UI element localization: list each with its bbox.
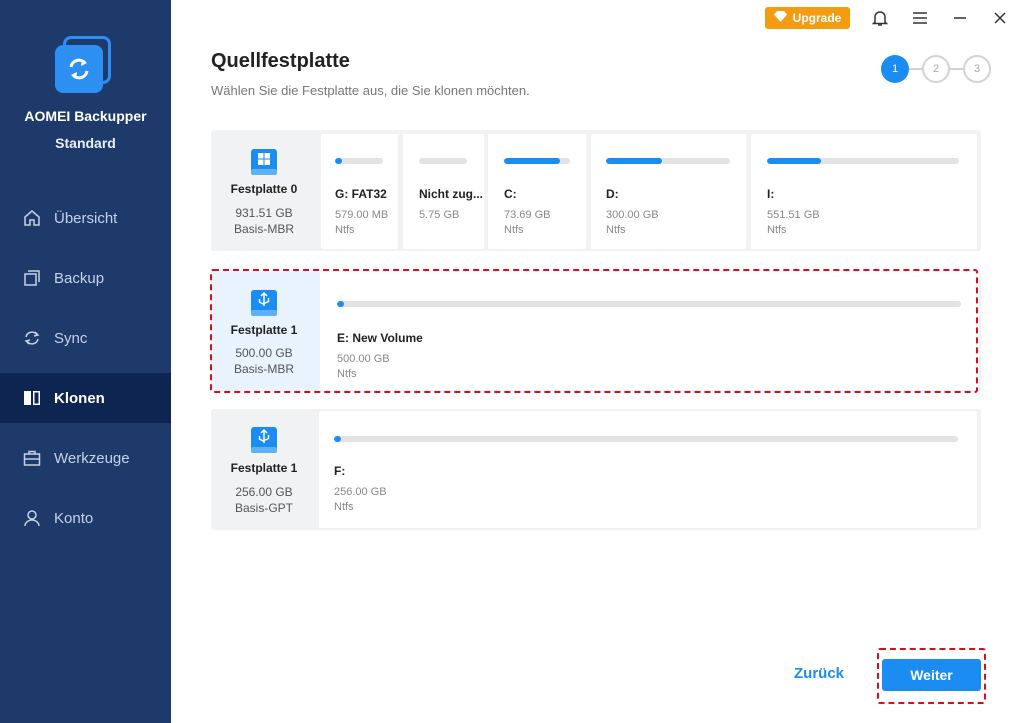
disk-name: Festplatte 1: [230, 461, 298, 475]
diamond-icon: [773, 11, 787, 25]
usb-disk-icon: [249, 288, 279, 318]
home-icon: [22, 208, 42, 228]
app-name: AOMEI Backupper: [24, 108, 147, 124]
disk-row-0[interactable]: Festplatte 0 931.51 GB Basis-MBR G: FAT3…: [211, 130, 981, 251]
back-button[interactable]: Zurück: [794, 665, 844, 682]
upgrade-button[interactable]: Upgrade: [765, 7, 850, 29]
partition-label: C:: [504, 187, 517, 201]
nav-item-label: Übersicht: [54, 209, 118, 227]
partition-card[interactable]: G: FAT32 579.00 MB Ntfs: [321, 134, 398, 249]
partition-label: E: New Volume: [337, 331, 423, 345]
partition-card[interactable]: C: 73.69 GB Ntfs: [488, 134, 586, 249]
disk-row-1[interactable]: Festplatte 1 500.00 GB Basis-MBR E: New …: [211, 270, 981, 392]
sidebar: AOMEI Backupper Standard Übersicht Backu…: [0, 0, 171, 723]
partition-card[interactable]: Nicht zug... 5.75 GB: [403, 134, 484, 249]
disk-type: Basis-MBR: [233, 362, 294, 376]
partition-fs: Ntfs: [767, 224, 787, 236]
next-button[interactable]: Weiter: [882, 659, 981, 691]
partition-label: G: FAT32: [335, 187, 387, 201]
user-icon: [22, 508, 42, 528]
disk-info: Festplatte 1 256.00 GB Basis-GPT: [211, 409, 317, 530]
partition-fs: Ntfs: [504, 224, 524, 236]
disk-size: 256.00 GB: [235, 485, 293, 499]
nav-item-backup[interactable]: Backup: [0, 253, 171, 303]
nav-item-label: Konto: [54, 509, 94, 527]
usage-bar: [767, 158, 959, 164]
nav-item-klonen[interactable]: Klonen: [0, 373, 171, 423]
partition-fs: Ntfs: [334, 501, 354, 513]
partition-label: I:: [767, 187, 775, 201]
step-2: 2: [922, 55, 950, 83]
usage-bar: [504, 158, 570, 164]
disk-info: Festplatte 0 931.51 GB Basis-MBR: [211, 130, 317, 251]
partition-size: 5.75 GB: [419, 209, 460, 221]
page-subtitle: Wählen Sie die Festplatte aus, die Sie k…: [211, 83, 530, 98]
usage-bar: [606, 158, 730, 164]
partition-size: 300.00 GB: [606, 209, 659, 221]
usage-bar: [337, 301, 961, 307]
disk-type: Basis-MBR: [233, 222, 294, 236]
usage-bar: [419, 158, 467, 164]
nav-item-konto[interactable]: Konto: [0, 493, 171, 543]
minimize-icon[interactable]: [950, 8, 970, 28]
nav-item-label: Backup: [54, 269, 105, 287]
partition-size: 500.00 GB: [337, 353, 390, 365]
partition-card[interactable]: D: 300.00 GB Ntfs: [591, 134, 746, 249]
app-edition: Standard: [55, 135, 116, 151]
backup-icon: [22, 268, 42, 288]
partition-card[interactable]: F: 256.00 GB Ntfs: [319, 411, 977, 528]
step-1: 1: [881, 55, 909, 83]
partition-fs: Ntfs: [337, 368, 357, 380]
partition-size: 551.51 GB: [767, 209, 820, 221]
partition-fs: Ntfs: [335, 224, 355, 236]
bell-icon[interactable]: [870, 8, 890, 28]
partition-size: 73.69 GB: [504, 209, 551, 221]
partition-label: F:: [334, 464, 346, 478]
close-icon[interactable]: [990, 8, 1010, 28]
partition-card[interactable]: E: New Volume 500.00 GB Ntfs: [320, 272, 979, 390]
clone-icon: [22, 388, 42, 408]
nav-item-werkzeuge[interactable]: Werkzeuge: [0, 433, 171, 483]
partition-size: 579.00 MB: [335, 209, 389, 221]
app-logo-icon: [55, 36, 113, 94]
usage-bar: [334, 436, 958, 442]
upgrade-label: Upgrade: [792, 11, 842, 25]
partition-label: D:: [606, 187, 619, 201]
nav-item-uebersicht[interactable]: Übersicht: [0, 193, 171, 243]
disk-size: 500.00 GB: [235, 346, 293, 360]
nav-item-sync[interactable]: Sync: [0, 313, 171, 363]
step-3: 3: [963, 55, 991, 83]
partition-label: Nicht zug...: [419, 187, 483, 201]
nav-item-label: Klonen: [54, 389, 105, 407]
partition-card[interactable]: I: 551.51 GB Ntfs: [751, 134, 977, 249]
nav-item-label: Sync: [54, 329, 88, 347]
disk-info: Festplatte 1 500.00 GB Basis-MBR: [211, 270, 317, 392]
disk-row-2[interactable]: Festplatte 1 256.00 GB Basis-GPT F: 256.…: [211, 409, 981, 530]
nav-item-label: Werkzeuge: [54, 449, 130, 467]
usage-bar: [335, 158, 383, 164]
page-title: Quellfestplatte: [211, 50, 350, 72]
disk-name: Festplatte 0: [230, 182, 298, 196]
partition-size: 256.00 GB: [334, 486, 387, 498]
toolbox-icon: [22, 448, 42, 468]
usb-disk-icon: [249, 425, 279, 455]
partition-fs: Ntfs: [606, 224, 626, 236]
sync-icon: [22, 328, 42, 348]
disk-type: Basis-GPT: [234, 501, 293, 515]
disk-size: 931.51 GB: [235, 206, 293, 220]
windows-disk-icon: [249, 147, 279, 177]
disk-name: Festplatte 1: [230, 323, 298, 337]
menu-icon[interactable]: [910, 8, 930, 28]
